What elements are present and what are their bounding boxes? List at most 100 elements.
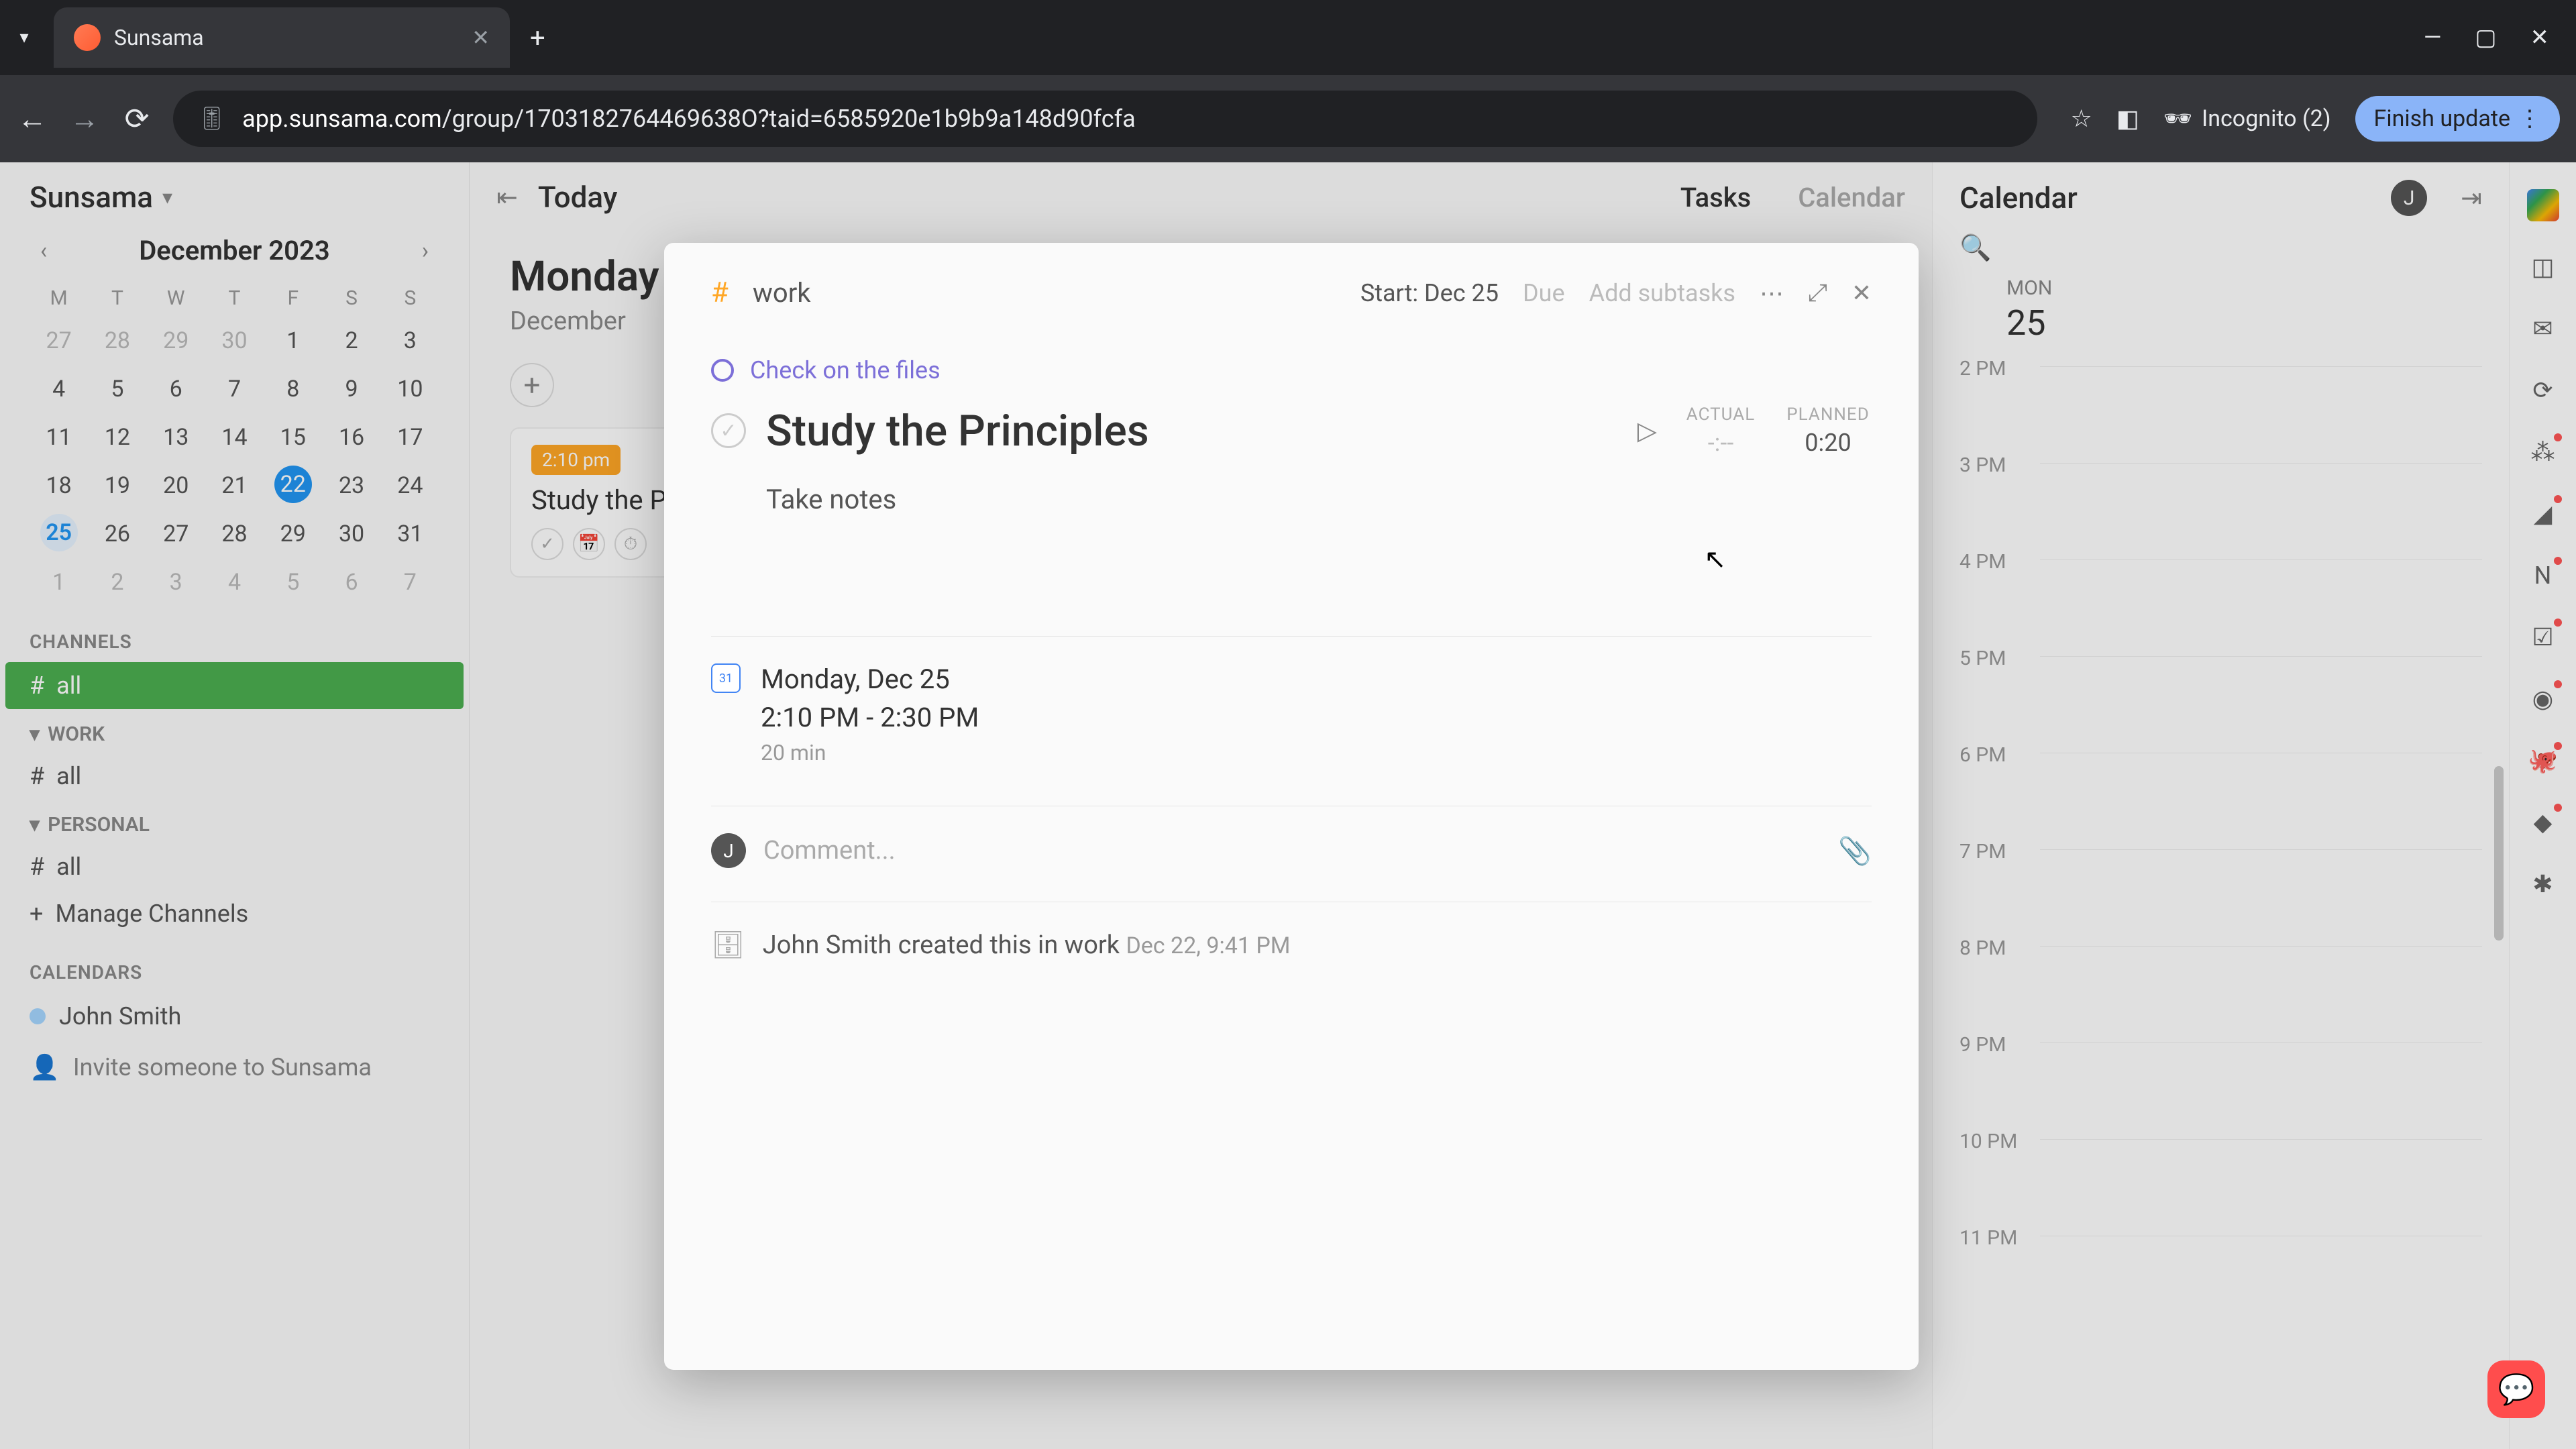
refresh-icon[interactable]: ⟳: [2527, 374, 2559, 407]
task-notes[interactable]: Take notes: [766, 484, 1872, 515]
calendar-day[interactable]: 2: [88, 558, 146, 606]
expand-icon[interactable]: ⤢: [1808, 278, 1827, 307]
forward-button[interactable]: →: [68, 101, 101, 136]
complete-checkbox[interactable]: ✓: [711, 413, 746, 448]
calendar-day[interactable]: 15: [264, 413, 322, 462]
calendar-day[interactable]: 17: [381, 413, 439, 462]
incognito-indicator[interactable]: 🕶 Incognito (2): [2163, 105, 2331, 132]
calendar-day[interactable]: 16: [322, 413, 380, 462]
bookmark-icon[interactable]: ☆: [2071, 105, 2092, 133]
tab-list-dropdown[interactable]: ▾: [8, 21, 40, 54]
calendar-day[interactable]: 27: [147, 510, 205, 558]
calendar-day[interactable]: 28: [88, 317, 146, 365]
group-work[interactable]: ▾WORK: [0, 709, 469, 753]
calendar-day[interactable]: 23: [322, 462, 380, 510]
browser-tab[interactable]: Sunsama ✕: [54, 7, 510, 68]
github-icon[interactable]: 🐙: [2527, 745, 2559, 777]
calendar-user[interactable]: John Smith: [0, 993, 469, 1040]
calendar-day[interactable]: 10: [381, 365, 439, 413]
close-window-icon[interactable]: ✕: [2530, 24, 2550, 51]
actual-time[interactable]: ACTUAL -:--: [1677, 405, 1764, 457]
due-date-button[interactable]: Due: [1523, 279, 1565, 307]
calendar-day[interactable]: 28: [205, 510, 264, 558]
prev-month-button[interactable]: ‹: [40, 237, 47, 264]
calendar-day[interactable]: 30: [205, 317, 264, 365]
timer-icon[interactable]: ⏱: [614, 528, 647, 560]
site-settings-icon[interactable]: 🎚: [197, 105, 226, 132]
calendar-day[interactable]: 30: [322, 510, 380, 558]
calendar-day[interactable]: 18: [30, 462, 88, 510]
calendar-day[interactable]: 31: [381, 510, 439, 558]
scheduled-date[interactable]: Monday, Dec 25: [761, 663, 979, 695]
calendar-day[interactable]: 3: [147, 558, 205, 606]
reload-button[interactable]: ⟳: [121, 101, 153, 136]
calendar-day[interactable]: 3: [381, 317, 439, 365]
calendar-day[interactable]: 5: [88, 365, 146, 413]
calendar-day[interactable]: 1: [30, 558, 88, 606]
calendar-day[interactable]: 11: [30, 413, 88, 462]
calendar-day[interactable]: 6: [147, 365, 205, 413]
time-slot[interactable]: [2040, 946, 2482, 947]
help-chat-button[interactable]: 💬: [2487, 1360, 2545, 1418]
invite-link[interactable]: 👤Invite someone to Sunsama: [0, 1040, 469, 1095]
more-menu-icon[interactable]: ⋯: [1760, 279, 1784, 307]
calendar-day[interactable]: 25: [40, 514, 78, 551]
trello-icon[interactable]: ◫: [2527, 251, 2559, 283]
close-icon[interactable]: ✕: [1851, 279, 1872, 307]
finish-update-button[interactable]: Finish update ⋮: [2355, 96, 2560, 142]
workspace-switcher[interactable]: Sunsama ▾: [0, 180, 469, 235]
maximize-icon[interactable]: ▢: [2475, 24, 2496, 51]
channel-personal-all[interactable]: #all: [0, 843, 469, 890]
tasks-tab[interactable]: Tasks: [1680, 182, 1751, 213]
todoist-icon[interactable]: ☑: [2527, 621, 2559, 653]
slack-icon[interactable]: ✱: [2527, 868, 2559, 900]
calendar-day[interactable]: 5: [264, 558, 322, 606]
time-slot[interactable]: [2040, 1042, 2482, 1043]
asana-icon[interactable]: ⁂: [2527, 436, 2559, 468]
time-slot[interactable]: [2040, 1139, 2482, 1140]
channel-all[interactable]: #all: [5, 662, 464, 709]
comment-input[interactable]: Comment...: [763, 836, 1821, 865]
next-month-button[interactable]: ›: [422, 237, 429, 264]
notion-icon[interactable]: N: [2527, 559, 2559, 592]
time-slot[interactable]: [2040, 366, 2482, 367]
address-bar[interactable]: 🎚 app.sunsama.com/group/1703182764469638…: [173, 91, 2037, 147]
calendar-day[interactable]: 29: [147, 317, 205, 365]
planned-time[interactable]: PLANNED 0:20: [1784, 405, 1872, 457]
close-tab-icon[interactable]: ✕: [472, 25, 490, 50]
calendar-day[interactable]: 21: [205, 462, 264, 510]
calendar-tab[interactable]: Calendar: [1798, 182, 1905, 213]
side-panel-icon[interactable]: ◧: [2116, 105, 2139, 133]
manage-channels[interactable]: +Manage Channels: [0, 890, 469, 937]
channel-work-all[interactable]: #all: [0, 753, 469, 800]
linear-icon[interactable]: ◢: [2527, 498, 2559, 530]
time-slot[interactable]: [2040, 849, 2482, 850]
add-task-button[interactable]: +: [510, 363, 554, 407]
calendar-day[interactable]: 12: [88, 413, 146, 462]
clickup-icon[interactable]: ◉: [2527, 683, 2559, 715]
user-avatar[interactable]: J: [2391, 180, 2427, 216]
calendar-day[interactable]: 27: [30, 317, 88, 365]
play-timer-icon[interactable]: ▷: [1638, 416, 1657, 446]
calendar-day[interactable]: 26: [88, 510, 146, 558]
group-personal[interactable]: ▾PERSONAL: [0, 800, 469, 843]
gmail-icon[interactable]: ✉: [2527, 313, 2559, 345]
calendar-day[interactable]: 8: [264, 365, 322, 413]
complete-icon[interactable]: ✓: [531, 528, 564, 560]
calendar-day[interactable]: 2: [322, 317, 380, 365]
calendar-day[interactable]: 19: [88, 462, 146, 510]
start-date-button[interactable]: Start: Dec 25: [1360, 279, 1499, 307]
calendar-day[interactable]: 24: [381, 462, 439, 510]
calendar-day[interactable]: 6: [322, 558, 380, 606]
add-subtasks-button[interactable]: Add subtasks: [1589, 279, 1735, 307]
time-slot[interactable]: [2040, 559, 2482, 560]
time-slot[interactable]: [2040, 463, 2482, 464]
collapse-sidebar-button[interactable]: ⇤: [496, 182, 518, 213]
calendar-day[interactable]: 29: [264, 510, 322, 558]
calendar-day[interactable]: 14: [205, 413, 264, 462]
time-slot[interactable]: [2040, 656, 2482, 657]
task-title[interactable]: Study the Principles: [766, 406, 1617, 456]
calendar-day[interactable]: 20: [147, 462, 205, 510]
task-channel[interactable]: work: [753, 277, 811, 309]
gcal-icon[interactable]: [2527, 189, 2559, 221]
